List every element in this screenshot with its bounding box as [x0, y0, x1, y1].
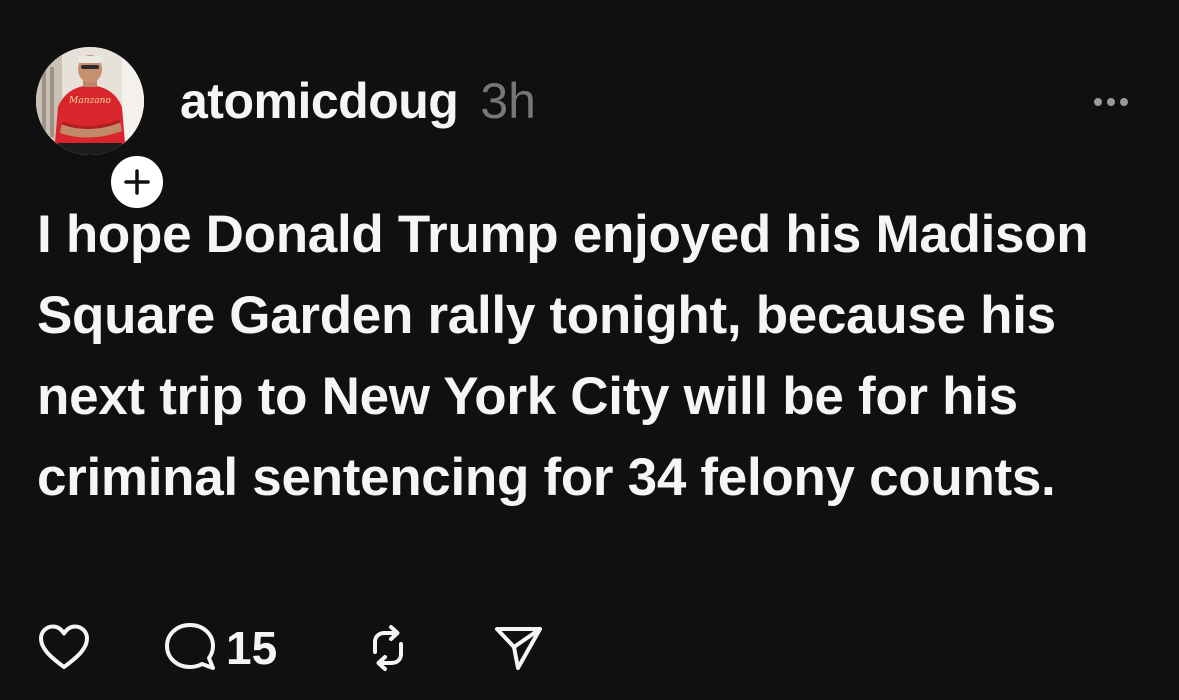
more-horizontal-icon	[1094, 98, 1128, 106]
repost-icon	[373, 625, 403, 671]
avatar-shirt-text: Manzano	[68, 96, 111, 106]
plus-icon	[124, 169, 150, 195]
post-body-text: I hope Donald Trump enjoyed his Madison …	[37, 205, 1089, 507]
reply-count: 15	[226, 622, 278, 674]
send-icon	[495, 627, 542, 670]
post-timestamp: 3h	[480, 73, 536, 129]
avatar-image: Manzano	[36, 47, 144, 155]
more-options-button[interactable]	[1086, 88, 1136, 116]
post-header: atomicdoug 3h	[180, 72, 536, 130]
reply-button[interactable]: 15	[162, 620, 277, 676]
thread-post: Manzano atomicdoug 3h I hope Donald Trum…	[0, 0, 1179, 700]
username-link[interactable]: atomicdoug	[180, 72, 459, 130]
like-button[interactable]	[36, 620, 92, 676]
share-button[interactable]	[490, 620, 546, 676]
avatar-container: Manzano	[36, 47, 168, 213]
comment-icon	[165, 623, 215, 670]
heart-icon	[39, 624, 89, 669]
avatar[interactable]: Manzano	[36, 47, 144, 155]
repost-button[interactable]	[360, 620, 416, 676]
